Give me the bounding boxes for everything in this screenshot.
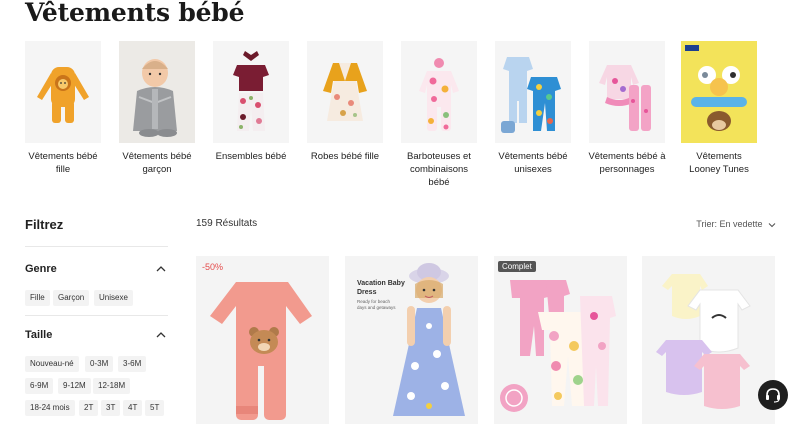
burgundy-outfit-set-image — [213, 41, 289, 143]
pastel-bodysuits-image — [656, 274, 751, 409]
filter-chip-garcon[interactable]: Garçon — [53, 290, 90, 306]
product-card[interactable] — [642, 256, 775, 424]
category-characters[interactable]: Vêtements bébé à personnages — [588, 41, 666, 176]
results-count: 159 Résultats — [196, 218, 258, 229]
category-unisex[interactable]: Vêtements bébé unisexes — [494, 41, 572, 176]
category-label: Barboteuses et combinaisons bébé — [407, 151, 471, 188]
divider — [25, 246, 168, 247]
category-sets[interactable]: Ensembles bébé — [212, 41, 290, 163]
page-title: Vêtements bébé — [25, 0, 245, 27]
looney-tunes-poster-image — [681, 41, 757, 143]
category-label: Vêtements bébé à personnages — [588, 151, 666, 175]
pink-bear-sleeper-image — [210, 282, 312, 420]
filter-title: Filtrez — [25, 217, 64, 232]
support-button[interactable] — [758, 380, 788, 410]
yellow-cardigan-dress-image — [307, 41, 383, 143]
promo-subtitle: Ready for beach days and getaways — [357, 299, 396, 310]
pink-pajama-set-image — [500, 280, 616, 412]
chevron-down-icon — [768, 222, 776, 227]
filter-chip-size[interactable]: Nouveau-né — [25, 356, 79, 372]
orange-lion-romper-image — [25, 41, 101, 143]
filter-chip-size[interactable]: 12-18M — [93, 378, 131, 394]
filter-chip-unisexe[interactable]: Unisexe — [94, 290, 133, 306]
filter-chip-size[interactable]: 2T — [79, 400, 99, 416]
product-card[interactable]: Vacation Baby Dress Ready for beach days… — [345, 256, 478, 424]
category-rompers[interactable]: Barboteuses et combinaisons bébé — [400, 41, 478, 189]
filter-genre-title[interactable]: Genre — [25, 263, 57, 275]
category-label: Vêtements bébé garçon — [122, 151, 192, 175]
filter-chip-size[interactable]: 0-3M — [85, 356, 114, 372]
headset-icon — [766, 388, 780, 403]
category-label: Ensembles bébé — [215, 151, 287, 162]
discount-badge: -50% — [202, 262, 224, 272]
promo-title: Vacation Baby Dress — [357, 280, 405, 296]
divider — [25, 315, 168, 316]
filter-chip-size[interactable]: 3T — [101, 400, 121, 416]
category-looney-tunes[interactable]: Vêtements Looney Tunes — [680, 41, 758, 176]
category-dresses[interactable]: Robes bébé fille — [306, 41, 384, 163]
category-label: Vêtements bébé fille — [28, 151, 98, 175]
category-label: Robes bébé fille — [310, 151, 380, 162]
pink-character-set-image — [589, 41, 665, 143]
sort-dropdown[interactable]: Trier: En vedette — [696, 219, 776, 229]
chevron-up-icon[interactable] — [155, 330, 167, 340]
chevron-up-icon[interactable] — [155, 264, 167, 274]
filter-chip-size[interactable]: 18-24 mois — [25, 400, 75, 416]
filter-chip-size[interactable]: 3-6M — [118, 356, 147, 372]
status-badge: Complet — [498, 261, 536, 272]
blue-pajama-set-image — [495, 41, 571, 143]
filter-chip-size[interactable]: 4T — [123, 400, 143, 416]
product-card[interactable]: Complet — [494, 256, 627, 424]
filter-chip-fille[interactable]: Fille — [25, 290, 50, 306]
floral-romper-image — [401, 41, 477, 143]
category-label: Vêtements Looney Tunes — [689, 151, 749, 175]
category-baby-boy[interactable]: Vêtements bébé garçon — [118, 41, 196, 176]
filter-chip-size[interactable]: 6-9M — [25, 378, 54, 394]
category-label: Vêtements bébé unisexes — [498, 151, 568, 175]
product-card[interactable]: -50% — [196, 256, 329, 424]
category-baby-girl[interactable]: Vêtements bébé fille — [24, 41, 102, 176]
baby-boy-photo-image — [119, 41, 195, 143]
filter-taille-title[interactable]: Taille — [25, 329, 52, 341]
filter-chip-size[interactable]: 9-12M — [58, 378, 91, 394]
sort-label: Trier: En vedette — [696, 219, 763, 229]
filter-chip-size[interactable]: 5T — [145, 400, 165, 416]
